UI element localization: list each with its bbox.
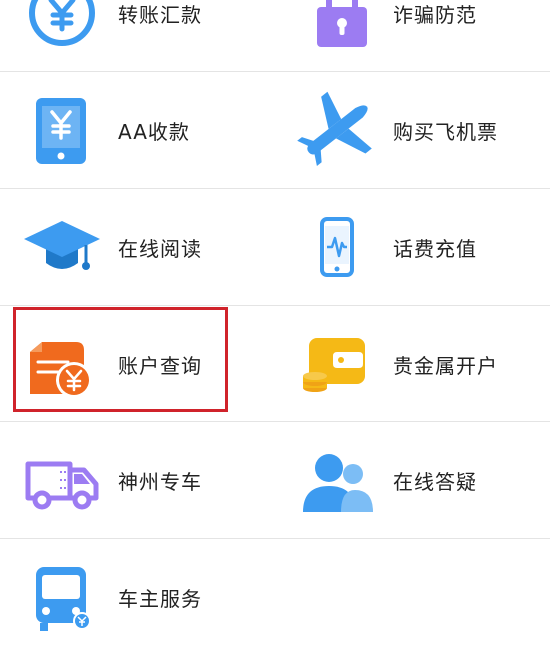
service-buy-air-ticket[interactable]: 购买飞机票 [275,72,550,189]
service-label: 在线答疑 [393,470,477,494]
service-label: AA收款 [118,120,190,144]
service-label: 神州专车 [118,470,202,494]
bus-icon [22,557,102,637]
truck-icon [22,440,102,520]
service-label: 车主服务 [118,587,202,611]
empty-cell [275,539,550,650]
services-grid: 转账汇款 诈骗防范 AA收款 购买飞机票 在线阅读 话费充值 账户查询 贵金属开… [0,0,550,650]
service-shenzhou-car[interactable]: 神州专车 [0,422,275,539]
service-label: 贵金属开户 [393,354,498,378]
service-account-query[interactable]: 账户查询 [0,306,275,423]
service-car-owner[interactable]: 车主服务 [0,539,275,650]
service-label: 诈骗防范 [393,3,477,27]
users-icon [297,440,377,520]
account-query-icon [22,324,102,404]
padlock-icon [302,0,382,53]
service-label: 话费充值 [393,237,477,261]
airplane-icon [297,90,377,170]
service-label: 在线阅读 [118,237,202,261]
service-label: 账户查询 [118,354,202,378]
wallet-coins-icon [297,324,377,404]
service-online-reading[interactable]: 在线阅读 [0,189,275,306]
service-label: 转账汇款 [118,3,202,27]
yuan-circle-icon [22,0,102,53]
service-phone-recharge[interactable]: 话费充值 [275,189,550,306]
service-transfer-remittance[interactable]: 转账汇款 [0,0,275,72]
service-online-qa[interactable]: 在线答疑 [275,422,550,539]
phone-yuan-icon [22,90,102,170]
phone-signal-icon [297,207,377,287]
service-label: 购买飞机票 [393,120,498,144]
service-aa-collect[interactable]: AA收款 [0,72,275,189]
graduation-cap-icon [22,207,102,287]
service-fraud-prevention[interactable]: 诈骗防范 [275,0,550,72]
service-precious-metal-account[interactable]: 贵金属开户 [275,306,550,423]
